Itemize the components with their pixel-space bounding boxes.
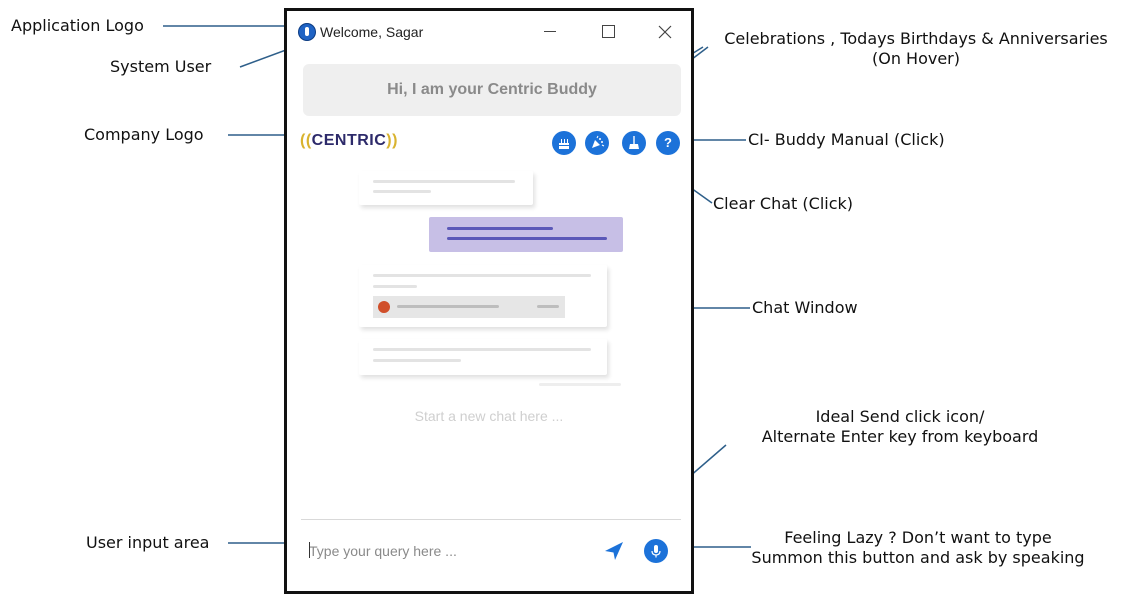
annotation-voice-line2: Summon this button and ask by speaking (751, 548, 1085, 567)
input-divider (301, 519, 681, 520)
title-bar: Welcome, Sagar (287, 11, 691, 53)
system-user-welcome: Welcome, Sagar (320, 24, 424, 40)
send-icon (605, 542, 623, 560)
annotation-send-line2: Alternate Enter key from keyboard (761, 427, 1039, 446)
annotation-send: Ideal Send click icon/ Alternate Enter k… (735, 407, 1065, 447)
birthdays-button[interactable] (552, 131, 576, 155)
message-line (373, 190, 431, 193)
microphone-icon (651, 545, 661, 558)
query-input[interactable] (309, 531, 589, 571)
company-logo-text: CENTRIC (311, 132, 387, 149)
company-logo-paren-right: )) (386, 132, 398, 149)
annotation-clear-chat: Clear Chat (Click) (713, 194, 854, 213)
close-button[interactable] (650, 18, 680, 46)
greeting-banner: Hi, I am your Centric Buddy (303, 64, 681, 116)
message-line (447, 237, 607, 240)
minimize-icon (544, 31, 556, 33)
annotation-chat-window: Chat Window (752, 298, 858, 317)
broom-icon (629, 136, 639, 149)
message-line (373, 274, 591, 277)
voice-input-button[interactable] (644, 539, 668, 563)
party-popper-icon (592, 135, 605, 148)
company-logo: ((CENTRIC)) (300, 132, 398, 150)
annotation-celebrations-line2: (On Hover) (871, 49, 960, 68)
annotation-system-user: System User (110, 57, 212, 76)
maximize-button[interactable] (593, 18, 623, 46)
bot-message-bubble (359, 265, 607, 327)
annotation-buddy-manual: CI- Buddy Manual (Click) (748, 130, 945, 149)
help-icon: ? (664, 135, 672, 150)
birthday-cake-icon (559, 139, 569, 149)
attachment-name-line (397, 305, 499, 308)
anniversaries-button[interactable] (585, 131, 609, 155)
annotation-celebrations: Celebrations , Todays Birthdays & Annive… (701, 29, 1131, 69)
text-caret (309, 542, 310, 558)
send-button[interactable] (602, 538, 626, 562)
new-chat-hint: Start a new chat here ... (414, 408, 564, 424)
message-line (373, 348, 591, 351)
attachment-chip[interactable] (373, 296, 565, 318)
annotation-application-logo: Application Logo (11, 16, 144, 35)
chat-app-window: Welcome, Sagar Hi, I am your Centric Bud… (284, 8, 694, 594)
annotation-voice-line1: Feeling Lazy ? Don’t want to type (784, 528, 1052, 547)
annotation-celebrations-line1: Celebrations , Todays Birthdays & Annive… (724, 29, 1108, 48)
close-icon (658, 25, 672, 39)
message-line (373, 285, 417, 288)
minimize-button[interactable] (535, 18, 565, 46)
user-message-bubble (429, 217, 623, 252)
bot-message-bubble (359, 339, 607, 375)
clear-chat-button[interactable] (622, 131, 646, 155)
annotation-send-line1: Ideal Send click icon/ (815, 407, 985, 426)
maximize-icon (601, 25, 615, 39)
company-logo-paren-left: (( (300, 132, 312, 149)
application-logo-icon (299, 24, 315, 40)
typing-indicator-line (539, 383, 621, 386)
annotation-company-logo: Company Logo (84, 125, 204, 144)
message-line (373, 180, 515, 183)
buddy-manual-button[interactable]: ? (656, 131, 680, 155)
powerpoint-file-icon (378, 301, 390, 313)
bot-message-bubble (359, 171, 533, 205)
annotation-voice: Feeling Lazy ? Don’t want to type Summon… (718, 528, 1118, 568)
message-line (447, 227, 553, 230)
annotation-user-input: User input area (86, 533, 210, 552)
attachment-size-line (537, 305, 559, 308)
message-line (373, 359, 461, 362)
